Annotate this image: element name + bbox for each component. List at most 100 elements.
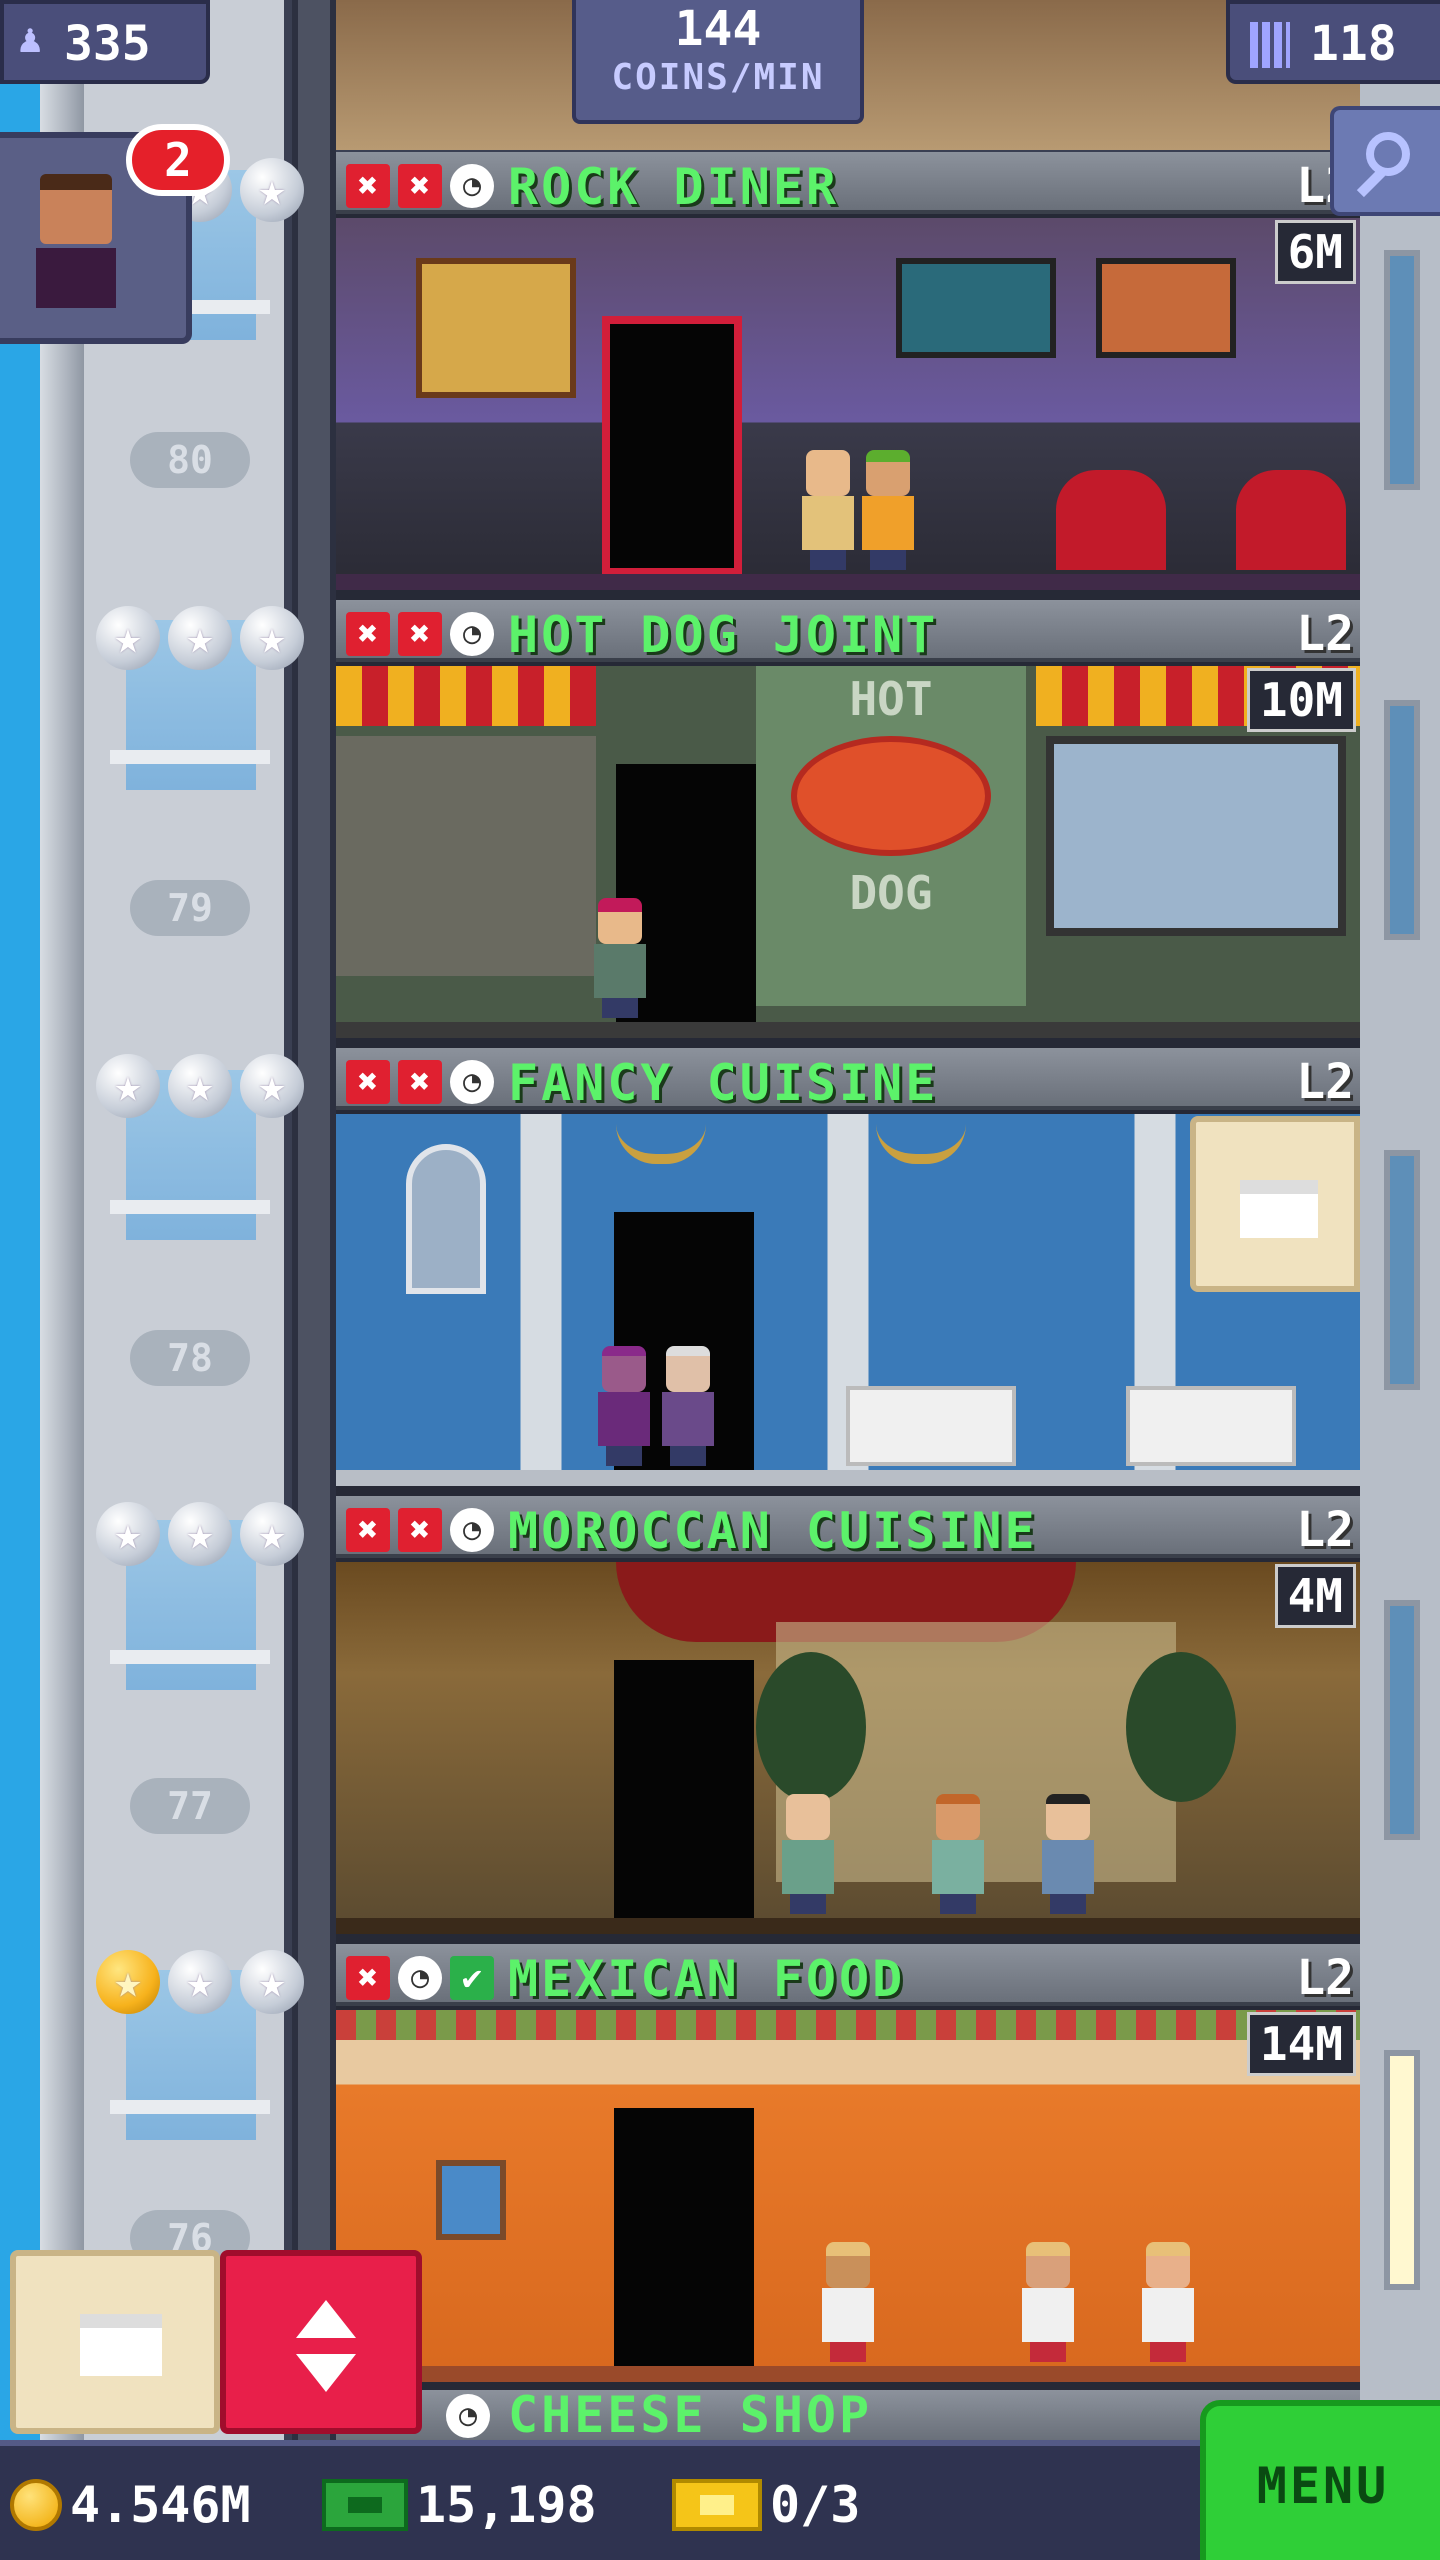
floor-number: 79 — [130, 880, 250, 936]
coins-per-min-value: 144 — [674, 1, 762, 57]
floor-status-icons: ✖ ✖ ◔ — [346, 164, 494, 208]
floor-stars: ★ ★ ★ — [96, 1054, 304, 1118]
wall-picture — [436, 2160, 506, 2240]
wall-art — [1096, 258, 1236, 358]
coin-icon — [10, 2479, 62, 2531]
bitizen[interactable] — [1016, 2242, 1080, 2362]
floor-header: ✖ ✖ ◔ ROCK DINER L2 — [336, 152, 1360, 216]
floor-name: FANCY CUISINE — [508, 1054, 939, 1112]
chandelier — [616, 1124, 706, 1164]
floor-header: ✖ ◔ ✔ MEXICAN FOOD L2 — [336, 1944, 1360, 2008]
star-icon: ★ — [240, 1502, 304, 1566]
coins-per-min-label: COINS/MIN — [611, 57, 825, 98]
stock-empty-icon: ✖ — [346, 1956, 390, 2000]
menu-button[interactable]: MENU — [1200, 2400, 1440, 2560]
door — [614, 2108, 754, 2368]
floor-strip — [336, 2366, 1360, 2382]
clock-icon: ◔ — [450, 164, 494, 208]
coins-display[interactable]: 4.546M — [10, 2476, 251, 2534]
star-icon: ★ — [168, 606, 232, 670]
tower-window — [1384, 2050, 1420, 2290]
tickets-display[interactable]: 0/3 — [672, 2476, 860, 2534]
wall-poster — [416, 258, 576, 398]
visitor-avatar-body — [36, 248, 116, 308]
floor-header: ✖ ✖ ◔ FANCY CUISINE L2 — [336, 1048, 1360, 1112]
restock-timer: 14M — [1246, 2012, 1356, 2076]
floor-number: 77 — [130, 1778, 250, 1834]
sky-strip — [0, 0, 40, 2440]
bitizen[interactable] — [796, 450, 860, 570]
bitizen[interactable] — [816, 2242, 880, 2362]
clock-icon: ◔ — [450, 1060, 494, 1104]
bitizen[interactable] — [856, 450, 920, 570]
floor-rock-diner[interactable]: ✖ ✖ ◔ ROCK DINER L2 6M — [336, 152, 1360, 600]
food-counter — [336, 736, 596, 976]
menu-label: MENU — [1256, 2457, 1390, 2515]
floor-status-icons: ✖ ◔ ✔ — [346, 1956, 494, 2000]
star-filled-icon: ★ — [96, 1950, 160, 2014]
tower-window — [1384, 250, 1420, 490]
bitizen[interactable] — [588, 898, 652, 1018]
star-icon: ★ — [168, 1950, 232, 2014]
restock-timer: 10M — [1246, 668, 1356, 732]
tickets-value: 0/3 — [770, 2476, 861, 2534]
star-icon: ★ — [240, 606, 304, 670]
elevator-bar — [110, 1200, 270, 1214]
stock-empty-icon: ✖ — [346, 164, 390, 208]
search-button[interactable] — [1330, 106, 1440, 216]
search-icon — [1366, 132, 1410, 176]
floor-header: ✖ ✖ ◔ HOT DOG JOINT L2 — [336, 600, 1360, 664]
floor-name: MEXICAN FOOD — [508, 1950, 906, 2008]
clock-icon: ◔ — [398, 1956, 442, 2000]
floor-hot-dog-joint[interactable]: ✖ ✖ ◔ HOT DOG JOINT L2 HOT DOG 10M — [336, 600, 1360, 1048]
build-floor-button[interactable] — [10, 2250, 220, 2434]
floor-moroccan-cuisine[interactable]: ✖ ✖ ◔ MOROCCAN CUISINE L2 4M — [336, 1496, 1360, 1944]
booth-seat — [1236, 470, 1346, 570]
restock-timer: 6M — [1274, 220, 1356, 284]
clock-icon: ◔ — [446, 2394, 490, 2438]
stock-empty-icon: ✖ — [346, 612, 390, 656]
bux-display[interactable]: 15,198 — [322, 2476, 597, 2534]
moroccan-scene — [336, 1562, 1360, 1934]
bitizen[interactable] — [926, 1794, 990, 1914]
arrow-down-icon — [296, 2354, 356, 2392]
floor-mexican-food[interactable]: ✖ ◔ ✔ MEXICAN FOOD L2 14M — [336, 1944, 1360, 2392]
floor-number: 78 — [130, 1330, 250, 1386]
bitizen[interactable] — [776, 1794, 840, 1914]
population-counter[interactable]: ♟ 335 — [0, 0, 210, 84]
hot-dog-icon — [791, 736, 991, 856]
floor-header: ✖ ✖ ◔ MOROCCAN CUISINE L2 — [336, 1496, 1360, 1560]
elevator-button[interactable] — [220, 2250, 422, 2434]
door — [602, 316, 742, 576]
tower-window — [1384, 1600, 1420, 1840]
coins-per-min-display: 144 COINS/MIN — [572, 0, 864, 124]
search-icon-handle — [1356, 168, 1386, 198]
bux-value: 15,198 — [416, 2476, 597, 2534]
dining-table — [846, 1386, 1016, 1466]
delivery-crate-button[interactable] — [1190, 1116, 1360, 1292]
floor-name: MOROCCAN CUISINE — [508, 1502, 1038, 1560]
tv-screen — [896, 258, 1056, 358]
awning — [336, 666, 596, 726]
bitizen[interactable] — [656, 1346, 720, 1466]
restock-timer: 4M — [1274, 1564, 1356, 1628]
bitizen[interactable] — [592, 1346, 656, 1466]
star-icon: ★ — [240, 1950, 304, 2014]
bitizen[interactable] — [1136, 2242, 1200, 2362]
coins-value: 4.546M — [70, 2476, 251, 2534]
rock-diner-scene — [336, 218, 1360, 590]
sign-text-bottom: DOG — [849, 866, 933, 920]
crate-icon — [1240, 1180, 1318, 1238]
floor-name: CHEESE SHOP — [508, 2386, 873, 2444]
elevator-bar — [110, 750, 270, 764]
stock-empty-icon: ✖ — [398, 1060, 442, 1104]
floor-level: L2 — [1296, 606, 1354, 662]
stock-ok-icon: ✔ — [450, 1956, 494, 2000]
bitizen[interactable] — [1036, 1794, 1100, 1914]
floors-counter[interactable]: 118 — [1226, 0, 1440, 84]
bux-icon — [322, 2479, 408, 2531]
wall-trim — [336, 2010, 1360, 2040]
visitor-avatar — [40, 174, 112, 244]
palm-plant — [1126, 1652, 1236, 1802]
floor-name: ROCK DINER — [508, 158, 840, 216]
